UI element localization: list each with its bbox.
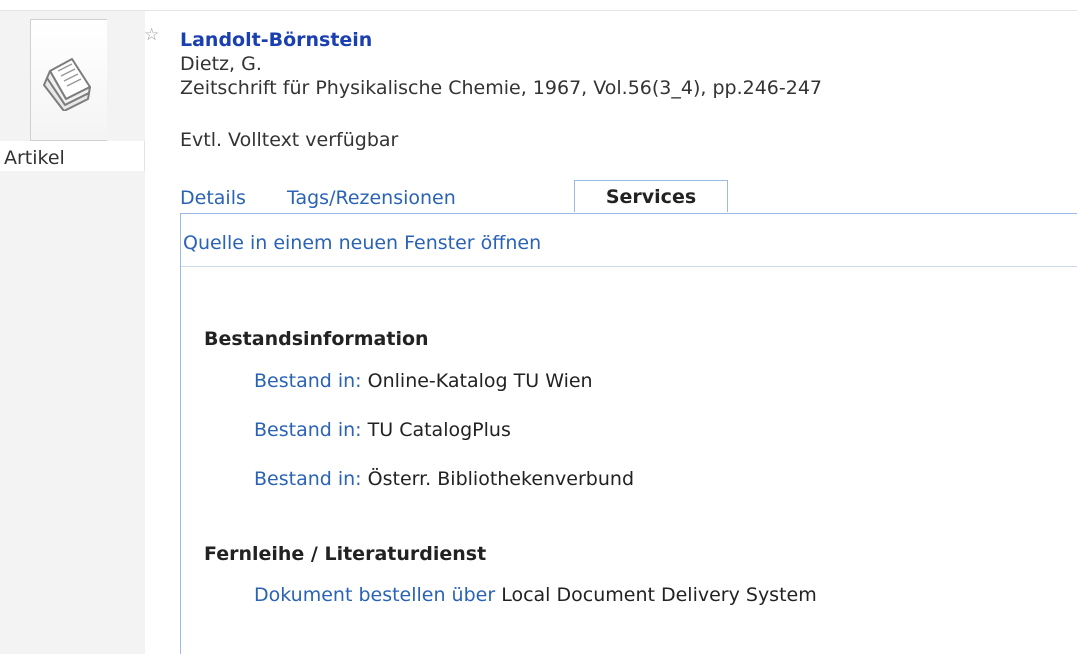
interlibrary-loan-heading: Fernleihe / Literaturdienst	[204, 543, 487, 565]
services-panel: Quelle in einem neuen Fenster öffnen Bes…	[180, 213, 1077, 654]
star-icon[interactable]: ☆	[144, 26, 159, 44]
holding-label[interactable]: Bestand in:	[254, 419, 362, 441]
tab-tags-reviews[interactable]: Tags/Rezensionen	[287, 187, 456, 209]
record-title-link[interactable]: Landolt-Börnstein	[180, 28, 822, 52]
holding-label[interactable]: Bestand in:	[254, 370, 362, 392]
open-source-new-window-link[interactable]: Quelle in einem neuen Fenster öffnen	[183, 232, 541, 254]
holding-item[interactable]: Bestand in: Online-Katalog TU Wien	[254, 370, 593, 392]
holding-item[interactable]: Bestand in: TU CatalogPlus	[254, 419, 511, 441]
divider	[0, 10, 1077, 11]
document-order-item[interactable]: Dokument bestellen über Local Document D…	[254, 584, 817, 606]
document-order-label[interactable]: Dokument bestellen über	[254, 584, 495, 606]
tab-services[interactable]: Services	[574, 180, 728, 212]
holding-value: Österr. Bibliothekenverbund	[367, 468, 635, 490]
holding-value: TU CatalogPlus	[367, 419, 511, 441]
record-source: Zeitschrift für Physikalische Chemie, 19…	[180, 77, 823, 99]
document-icon	[43, 58, 91, 111]
tab-details[interactable]: Details	[180, 187, 246, 209]
holding-label[interactable]: Bestand in:	[254, 468, 362, 490]
open-source-bar: Quelle in einem neuen Fenster öffnen	[181, 214, 1077, 267]
document-order-value: Local Document Delivery System	[501, 584, 817, 606]
search-result-record: Artikel ☆ Landolt-Börnstein Dietz, G. Ze…	[0, 0, 1077, 654]
holdings-heading: Bestandsinformation	[204, 328, 429, 350]
holding-value: Online-Katalog TU Wien	[367, 370, 593, 392]
article-thumbnail[interactable]	[30, 19, 107, 141]
record-details: Landolt-Börnstein Dietz, G. Zeitschrift …	[180, 28, 822, 100]
record-type-label: Artikel	[0, 141, 145, 171]
record-author: Dietz, G.	[180, 53, 262, 75]
holding-item[interactable]: Bestand in: Österr. Bibliothekenverbund	[254, 468, 634, 490]
availability-status: Evtl. Volltext verfügbar	[180, 129, 399, 151]
record-type-text: Artikel	[4, 147, 65, 169]
